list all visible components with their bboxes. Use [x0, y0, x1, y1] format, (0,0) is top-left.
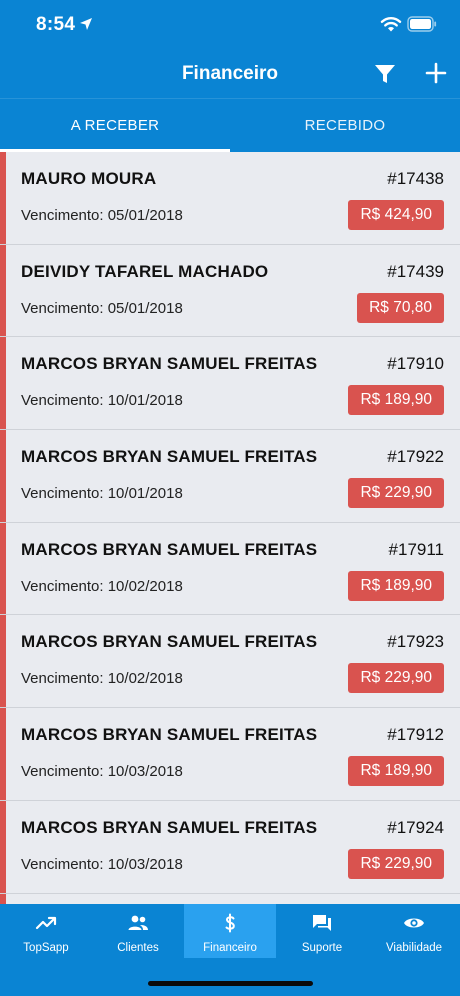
tab-label: TopSapp — [23, 942, 69, 954]
due-date: Vencimento: 05/01/2018 — [21, 299, 183, 317]
tab-viabilidade[interactable]: Viabilidade — [368, 904, 460, 958]
client-name: MARCOS BRYAN SAMUEL FREITAS — [21, 725, 318, 745]
wifi-icon — [380, 17, 402, 32]
people-icon — [128, 915, 148, 930]
client-name: MARCOS BRYAN SAMUEL FREITAS — [21, 354, 318, 374]
client-name: MARCOS BRYAN SAMUEL FREITAS — [21, 539, 318, 559]
receivables-list: MAURO MOURA #17438 Vencimento: 05/01/201… — [0, 152, 460, 904]
client-name: DEIVIDY TAFAREL MACHADO — [21, 261, 269, 281]
tab-topsapp[interactable]: TopSapp — [0, 904, 92, 958]
invoice-number: #17912 — [387, 725, 444, 745]
tab-recebido[interactable]: RECEBIDO — [230, 99, 460, 153]
tab-suporte[interactable]: Suporte — [276, 904, 368, 958]
due-date: Vencimento: 10/01/2018 — [21, 392, 183, 410]
tab-financeiro[interactable]: Financeiro — [184, 904, 276, 958]
filter-icon[interactable] — [373, 62, 397, 86]
invoice-number: #17439 — [387, 261, 444, 281]
due-date: Vencimento: 10/02/2018 — [21, 670, 183, 688]
client-name: MARCOS BRYAN SAMUEL FREITAS — [21, 447, 318, 467]
invoice-number: #17922 — [387, 447, 444, 467]
invoice-number: #17924 — [387, 817, 444, 837]
tab-label: Viabilidade — [385, 942, 443, 954]
amount-badge: R$ 229,90 — [348, 848, 444, 879]
status-time: 8:54 — [36, 14, 76, 35]
list-item[interactable]: MARCOS BRYAN SAMUEL FREITAS #17910 Venci… — [0, 337, 460, 431]
due-date: Vencimento: 10/03/2018 — [21, 763, 183, 781]
client-name: MARCOS BRYAN SAMUEL FREITAS — [21, 817, 318, 837]
due-date: Vencimento: 10/03/2018 — [21, 855, 183, 873]
tab-a-receber[interactable]: A RECEBER — [0, 99, 230, 153]
list-item[interactable]: MAURO MOURA #17438 Vencimento: 05/01/201… — [0, 152, 460, 245]
amount-badge: R$ 229,90 — [348, 478, 444, 509]
tab-label: Clientes — [117, 942, 159, 954]
due-date: Vencimento: 05/01/2018 — [21, 207, 183, 224]
tab-bar-top: A RECEBER RECEBIDO — [0, 98, 460, 152]
list-item[interactable]: MARCOS BRYAN SAMUEL FREITAS #17922 Venci… — [0, 430, 460, 523]
battery-icon — [407, 16, 437, 32]
tab-label: Suporte — [301, 942, 343, 954]
due-date: Vencimento: 10/01/2018 — [21, 485, 183, 503]
amount-badge: R$ 70,80 — [357, 292, 444, 323]
status-bar: 8:54 — [0, 0, 460, 50]
app-header: 8:54 Financeiro A RECEBER RECEBIDO — [0, 0, 460, 152]
chat-icon — [313, 915, 331, 931]
list-item[interactable]: MARCOS BRYAN SAMUEL FREITAS #17923 Venci… — [0, 615, 460, 709]
tab-label: Financeiro — [203, 942, 257, 954]
amount-badge: R$ 189,90 — [348, 756, 444, 787]
location-arrow-icon — [80, 18, 92, 30]
list-item[interactable] — [0, 893, 460, 904]
amount-badge: R$ 229,90 — [348, 663, 444, 694]
invoice-number: #17911 — [388, 539, 444, 559]
tab-clientes[interactable]: Clientes — [92, 904, 184, 958]
navigation-bar: Financeiro — [0, 50, 460, 98]
list-item[interactable]: MARCOS BRYAN SAMUEL FREITAS #17912 Venci… — [0, 708, 460, 801]
invoice-number: #17923 — [387, 632, 444, 652]
add-icon[interactable] — [423, 60, 449, 86]
amount-badge: R$ 424,90 — [348, 200, 444, 230]
invoice-number: #17438 — [387, 169, 444, 188]
invoice-number: #17910 — [387, 354, 444, 374]
dollar-icon — [225, 913, 235, 933]
list-item[interactable]: MARCOS BRYAN SAMUEL FREITAS #17911 Venci… — [0, 522, 460, 616]
amount-badge: R$ 189,90 — [348, 570, 444, 601]
trending-up-icon — [35, 916, 57, 930]
due-date: Vencimento: 10/02/2018 — [21, 577, 183, 595]
list-item[interactable]: DEIVIDY TAFAREL MACHADO #17439 Venciment… — [0, 244, 460, 338]
client-name: MARCOS BRYAN SAMUEL FREITAS — [21, 632, 318, 652]
client-name: MAURO MOURA — [21, 169, 157, 188]
bottom-tab-bar: TopSapp Clientes Financeiro Suporte Viab… — [0, 904, 460, 996]
eye-icon — [404, 918, 424, 928]
home-indicator[interactable] — [148, 981, 313, 986]
amount-badge: R$ 189,90 — [348, 385, 444, 416]
list-item[interactable]: MARCOS BRYAN SAMUEL FREITAS #17924 Venci… — [0, 800, 460, 894]
